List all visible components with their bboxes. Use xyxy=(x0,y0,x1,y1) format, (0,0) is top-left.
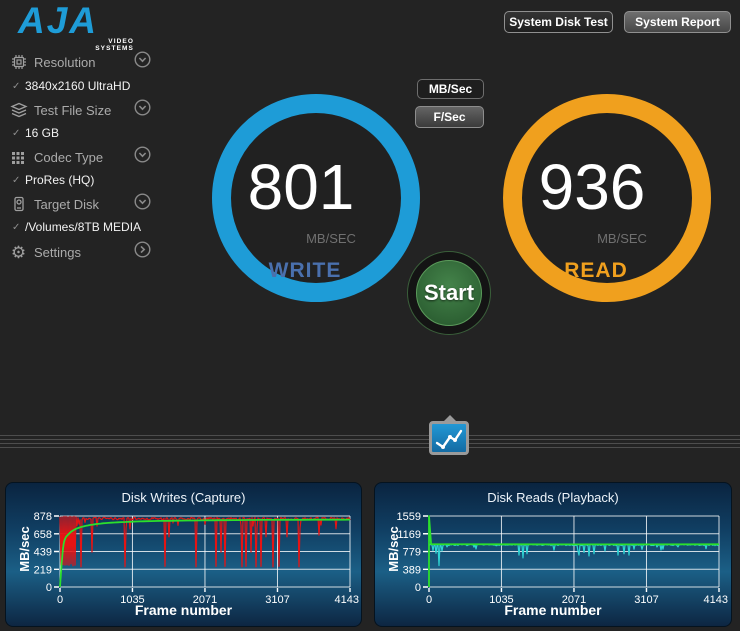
svg-text:0: 0 xyxy=(415,582,421,594)
svg-text:779: 779 xyxy=(403,547,421,559)
chevron-down-icon[interactable] xyxy=(134,146,151,168)
svg-text:219: 219 xyxy=(34,564,52,576)
gear-icon: ⚙ xyxy=(10,242,27,262)
start-button[interactable]: Start xyxy=(407,251,491,335)
system-disk-test-button[interactable]: System Disk Test xyxy=(504,11,613,33)
check-icon: ✓ xyxy=(12,221,21,233)
chart-title: Disk Writes (Capture) xyxy=(121,490,246,505)
resolution-value: 3840x2160 UltraHD xyxy=(25,79,131,93)
read-speed-value: 936 xyxy=(538,151,646,223)
disk-writes-chart-panel: 0 219 439 658 878 0 1035 2071 3107 4143 Disk Writ… xyxy=(5,482,362,627)
sidebar-value-test-file-size[interactable]: ✓ 16 GB xyxy=(12,126,59,140)
sidebar-value-codec-type[interactable]: ✓ ProRes (HQ) xyxy=(12,173,94,187)
line-chart-icon xyxy=(435,429,463,449)
sidebar-item-target-disk[interactable]: Target Disk xyxy=(9,193,151,215)
sidebar-item-label: Target Disk xyxy=(34,196,100,212)
check-icon: ✓ xyxy=(12,174,21,186)
start-button-label: Start xyxy=(423,280,475,305)
chevron-down-icon[interactable] xyxy=(134,193,151,215)
sidebar-item-resolution[interactable]: Resolution xyxy=(9,51,151,73)
divider-line xyxy=(0,443,740,444)
sidebar-value-resolution[interactable]: ✓ 3840x2160 UltraHD xyxy=(12,79,130,93)
f-sec-button[interactable]: F/Sec xyxy=(415,106,484,128)
sidebar-item-label: Settings xyxy=(34,244,81,260)
test-file-size-value: 16 GB xyxy=(25,126,60,140)
aja-logo-text: AJA xyxy=(18,0,99,41)
disk-reads-chart-panel: 0 389 779 1169 1559 0 1035 2071 3107 4143 Disk Re… xyxy=(374,482,732,627)
write-gauge-label: WRITE xyxy=(268,259,342,282)
y-axis-label: MB/sec xyxy=(17,526,32,572)
x-axis-label: Frame number xyxy=(134,602,233,618)
read-gauge-label: READ xyxy=(564,259,628,282)
check-icon: ✓ xyxy=(12,127,21,139)
chevron-right-icon[interactable] xyxy=(134,241,151,263)
start-button-face: Start xyxy=(416,260,482,326)
system-report-button[interactable]: System Report xyxy=(624,11,731,33)
codec-type-value: ProRes (HQ) xyxy=(25,173,95,187)
svg-text:389: 389 xyxy=(403,564,421,576)
sidebar-item-label: Test File Size xyxy=(34,102,112,118)
aja-logo-subtext: VIDEO SYSTEMS xyxy=(95,38,134,52)
svg-text:878: 878 xyxy=(34,511,52,523)
divider-line xyxy=(0,439,740,440)
sidebar-item-codec-type[interactable]: Codec Type xyxy=(9,146,151,168)
target-disk-value: /Volumes/8TB MEDIA xyxy=(25,220,142,234)
chart-toggle-button[interactable] xyxy=(429,421,469,455)
svg-text:658: 658 xyxy=(34,529,52,541)
mb-sec-button[interactable]: MB/Sec xyxy=(417,79,484,99)
svg-text:439: 439 xyxy=(34,547,52,559)
sidebar-item-label: Resolution xyxy=(34,54,96,70)
sidebar-value-target-disk[interactable]: ✓ /Volumes/8TB MEDIA xyxy=(12,220,141,234)
sidebar-item-test-file-size[interactable]: Test File Size xyxy=(9,99,151,121)
aja-system-test-window: AJA VIDEO SYSTEMS System Disk Test Syste… xyxy=(0,0,740,631)
svg-text:0: 0 xyxy=(46,582,52,594)
divider-line xyxy=(0,435,740,436)
y-axis-label: MB/sec xyxy=(386,526,401,572)
chevron-down-icon[interactable] xyxy=(134,99,151,121)
x-axis-label: Frame number xyxy=(504,602,602,618)
chip-icon xyxy=(9,53,28,71)
chart-title: Disk Reads (Playback) xyxy=(487,490,619,505)
write-speed-value: 801 xyxy=(247,151,355,223)
read-speed-unit: MB/SEC xyxy=(597,231,647,246)
aja-logo: AJA VIDEO SYSTEMS xyxy=(18,0,133,53)
sidebar-item-label: Codec Type xyxy=(34,149,104,165)
divider-line xyxy=(0,447,740,448)
read-speed-gauge: 936 MB/SEC READ xyxy=(503,94,711,302)
check-icon: ✓ xyxy=(12,80,21,92)
write-speed-gauge: 801 MB/SEC WRITE xyxy=(212,94,420,302)
codec-grid-icon xyxy=(9,148,28,166)
sidebar-item-settings[interactable]: ⚙ Settings xyxy=(9,241,151,263)
layers-icon xyxy=(9,101,28,119)
hard-disk-icon xyxy=(9,195,28,213)
write-speed-unit: MB/SEC xyxy=(306,231,356,246)
chevron-down-icon[interactable] xyxy=(134,51,151,73)
